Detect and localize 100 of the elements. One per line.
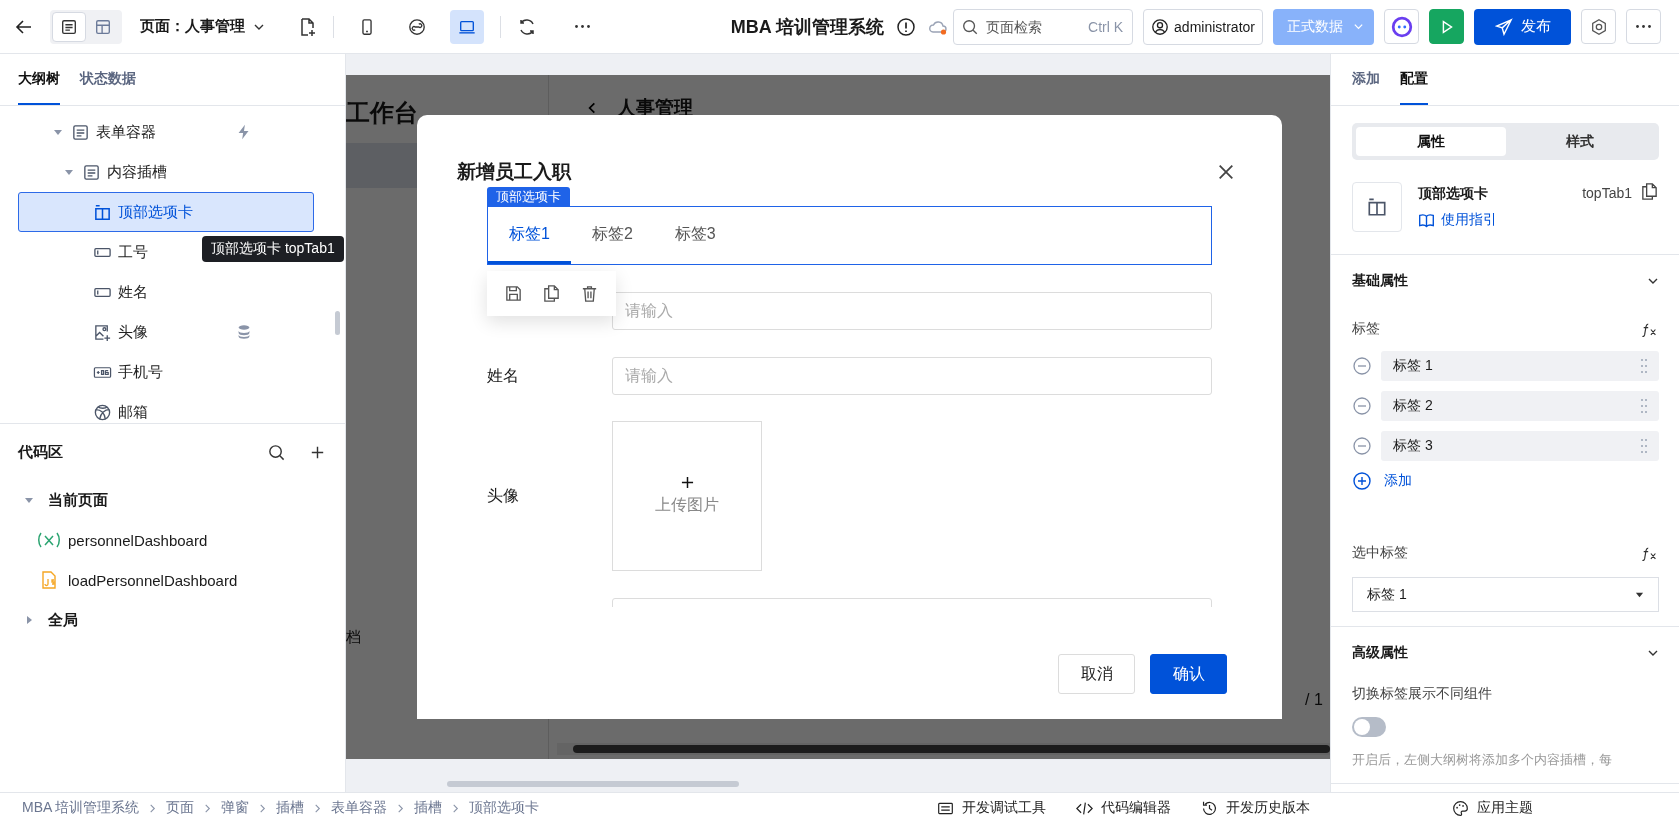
- tag-item[interactable]: 标签 1: [1381, 351, 1659, 381]
- tree-item[interactable]: 顶部选项卡: [18, 192, 314, 232]
- dialog-title: 新增员工入职: [457, 160, 571, 184]
- input-field[interactable]: 请输入: [612, 292, 1212, 330]
- add-tag-button[interactable]: 添加: [1352, 471, 1412, 491]
- breadcrumb-link[interactable]: 表单容器: [331, 799, 388, 817]
- more-icon: [1636, 25, 1651, 28]
- segment-tab[interactable]: 属性: [1356, 127, 1506, 156]
- caret-icon: [1635, 590, 1644, 599]
- field-label: 头像: [487, 486, 519, 504]
- panel-tab[interactable]: 大纲树: [18, 54, 60, 105]
- history-icon: [1201, 799, 1218, 817]
- search-icon: [961, 17, 980, 36]
- close-icon[interactable]: [1217, 163, 1235, 181]
- caret-icon[interactable]: [24, 615, 34, 625]
- breadcrumb-link[interactable]: 页面: [166, 799, 195, 817]
- tooltip: 顶部选项卡 topTab1: [202, 236, 344, 262]
- status-bar-button[interactable]: 代码编辑器: [1076, 799, 1171, 817]
- drag-handle-icon[interactable]: [1639, 396, 1649, 416]
- tag-item[interactable]: 标签 3: [1381, 431, 1659, 461]
- caret-icon[interactable]: [24, 495, 34, 505]
- tab[interactable]: 标签3: [653, 207, 737, 264]
- breadcrumb-link[interactable]: 弹窗: [221, 799, 250, 817]
- code-group[interactable]: 全局: [18, 600, 327, 640]
- copy-icon[interactable]: [1640, 182, 1659, 201]
- caret-icon[interactable]: [64, 167, 74, 177]
- segment-tab[interactable]: 样式: [1505, 127, 1655, 156]
- view-mode-button[interactable]: [52, 11, 86, 42]
- publish-button[interactable]: 发布: [1474, 8, 1571, 45]
- code-item[interactable]: personnelDashboard: [18, 520, 327, 560]
- guide-link[interactable]: 使用指引: [1418, 211, 1497, 229]
- tag-item[interactable]: 标签 2: [1381, 391, 1659, 421]
- drag-handle-icon[interactable]: [1639, 436, 1649, 456]
- tree-item[interactable]: 表单容器: [18, 112, 314, 152]
- chevron-right-icon: [451, 803, 461, 813]
- cancel-button[interactable]: 取消: [1058, 654, 1135, 694]
- code-group[interactable]: 当前页面: [18, 480, 327, 520]
- status-bar-button[interactable]: 开发历史版本: [1201, 799, 1310, 817]
- more-icon[interactable]: [575, 25, 590, 28]
- panel-tab[interactable]: 状态数据: [80, 54, 136, 105]
- breadcrumb-link[interactable]: 插槽: [276, 799, 305, 817]
- search-icon[interactable]: [267, 442, 286, 462]
- refresh-icon[interactable]: [517, 16, 537, 37]
- chevron-right-icon: [396, 803, 406, 813]
- page-selector[interactable]: 页面：人事管理: [140, 17, 265, 36]
- breadcrumb-link[interactable]: 插槽: [414, 799, 443, 817]
- remove-icon[interactable]: [1352, 396, 1372, 416]
- tree-item-label: 内容插槽: [107, 162, 167, 182]
- input-field[interactable]: 请输入: [612, 357, 1212, 395]
- scrollbar-thumb[interactable]: [447, 781, 739, 787]
- scrollbar-thumb[interactable]: [335, 311, 340, 335]
- breadcrumb-link[interactable]: MBA 培训管理系统: [22, 799, 140, 817]
- info-icon[interactable]: [896, 16, 917, 37]
- code-item-label: personnelDashboard: [68, 531, 208, 549]
- copy-icon[interactable]: [542, 284, 561, 303]
- save-icon[interactable]: [504, 284, 524, 303]
- status-bar-button[interactable]: 应用主题: [1452, 799, 1533, 817]
- user-button[interactable]: administrator: [1143, 8, 1263, 45]
- chevron-right-icon: [313, 803, 323, 813]
- image-upload[interactable]: 上传图片: [612, 421, 762, 571]
- form-icon: [82, 162, 101, 182]
- settings-button[interactable]: [1581, 9, 1616, 44]
- confirm-button[interactable]: 确认: [1150, 654, 1227, 694]
- status-bar-button[interactable]: 开发调试工具: [937, 799, 1046, 817]
- caret-icon[interactable]: [53, 127, 63, 137]
- formula-icon[interactable]: [1641, 545, 1659, 561]
- property-label: 切换标签展示不同组件: [1352, 684, 1493, 703]
- tab[interactable]: 标签2: [570, 207, 654, 264]
- image-icon: [93, 322, 112, 342]
- run-button[interactable]: [1429, 9, 1464, 44]
- tree-item-label: 顶部选项卡: [118, 202, 193, 222]
- select-field[interactable]: 标签 1: [1352, 577, 1659, 612]
- tree-item-label: 手机号: [118, 362, 163, 382]
- tree-item-label: 姓名: [118, 282, 148, 302]
- property-label: 选中标签: [1352, 544, 1408, 562]
- chevron-right-icon: [203, 803, 213, 813]
- desktop-view-button[interactable]: [450, 9, 484, 44]
- shortcut-hint: Ctrl K: [1088, 18, 1124, 35]
- hint-text: 开启后，左侧大纲树将添加多个内容插槽，每: [1352, 751, 1613, 769]
- tree-item[interactable]: 邮箱: [18, 392, 314, 423]
- component-id: topTab1: [1582, 184, 1632, 201]
- formula-icon[interactable]: [1641, 321, 1659, 337]
- remove-icon[interactable]: [1352, 436, 1372, 456]
- section-title: 高级属性: [1352, 644, 1408, 662]
- code-item[interactable]: loadPersonnelDashboard: [18, 560, 327, 600]
- plus-circle-icon: [1352, 471, 1372, 491]
- remove-icon[interactable]: [1352, 356, 1372, 376]
- sidebar-title: 工作台: [346, 98, 419, 128]
- drag-handle-icon[interactable]: [1639, 356, 1649, 376]
- panel-tab[interactable]: 添加: [1352, 54, 1380, 105]
- tree-item[interactable]: 内容插槽: [18, 152, 314, 192]
- form-icon: [71, 122, 90, 142]
- tree-item[interactable]: 姓名: [18, 272, 314, 312]
- toggle-switch[interactable]: [1352, 717, 1386, 737]
- tree-item[interactable]: 头像: [18, 312, 314, 352]
- tab[interactable]: 标签1: [488, 207, 571, 264]
- tree-item[interactable]: 手机号: [18, 352, 314, 392]
- breadcrumb-link[interactable]: 顶部选项卡: [469, 799, 540, 817]
- panel-tab[interactable]: 配置: [1400, 54, 1428, 105]
- assistant-button[interactable]: [1384, 9, 1419, 44]
